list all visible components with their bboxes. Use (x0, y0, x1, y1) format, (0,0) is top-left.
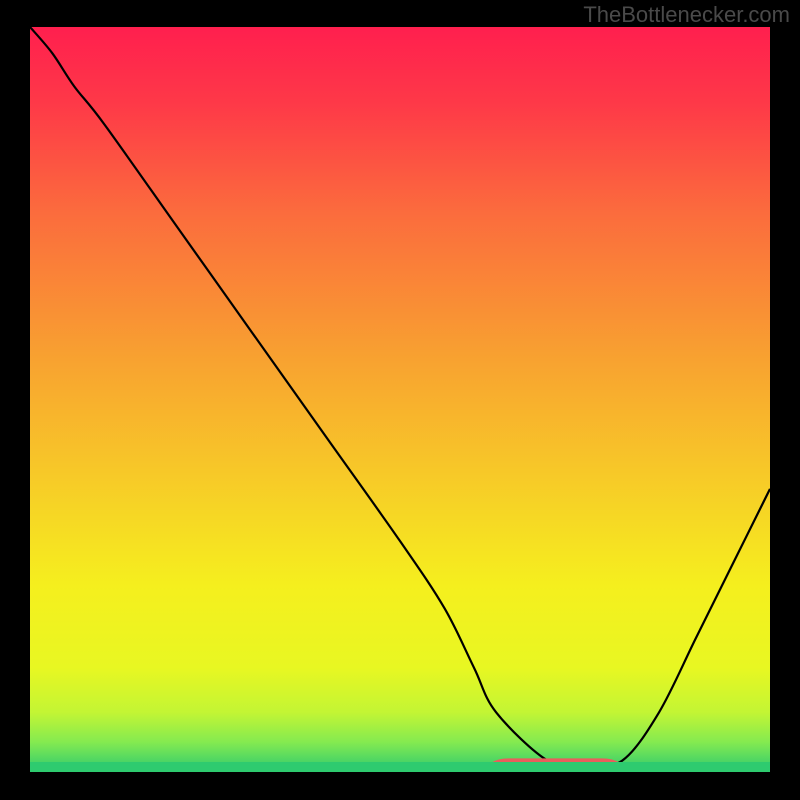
plot-area (30, 27, 770, 772)
plot-svg (30, 27, 770, 772)
watermark-text: TheBottlenecker.com (583, 2, 790, 28)
bottom-green-band (30, 762, 770, 772)
gradient-rect (30, 27, 770, 772)
chart-frame: TheBottlenecker.com (0, 0, 800, 800)
